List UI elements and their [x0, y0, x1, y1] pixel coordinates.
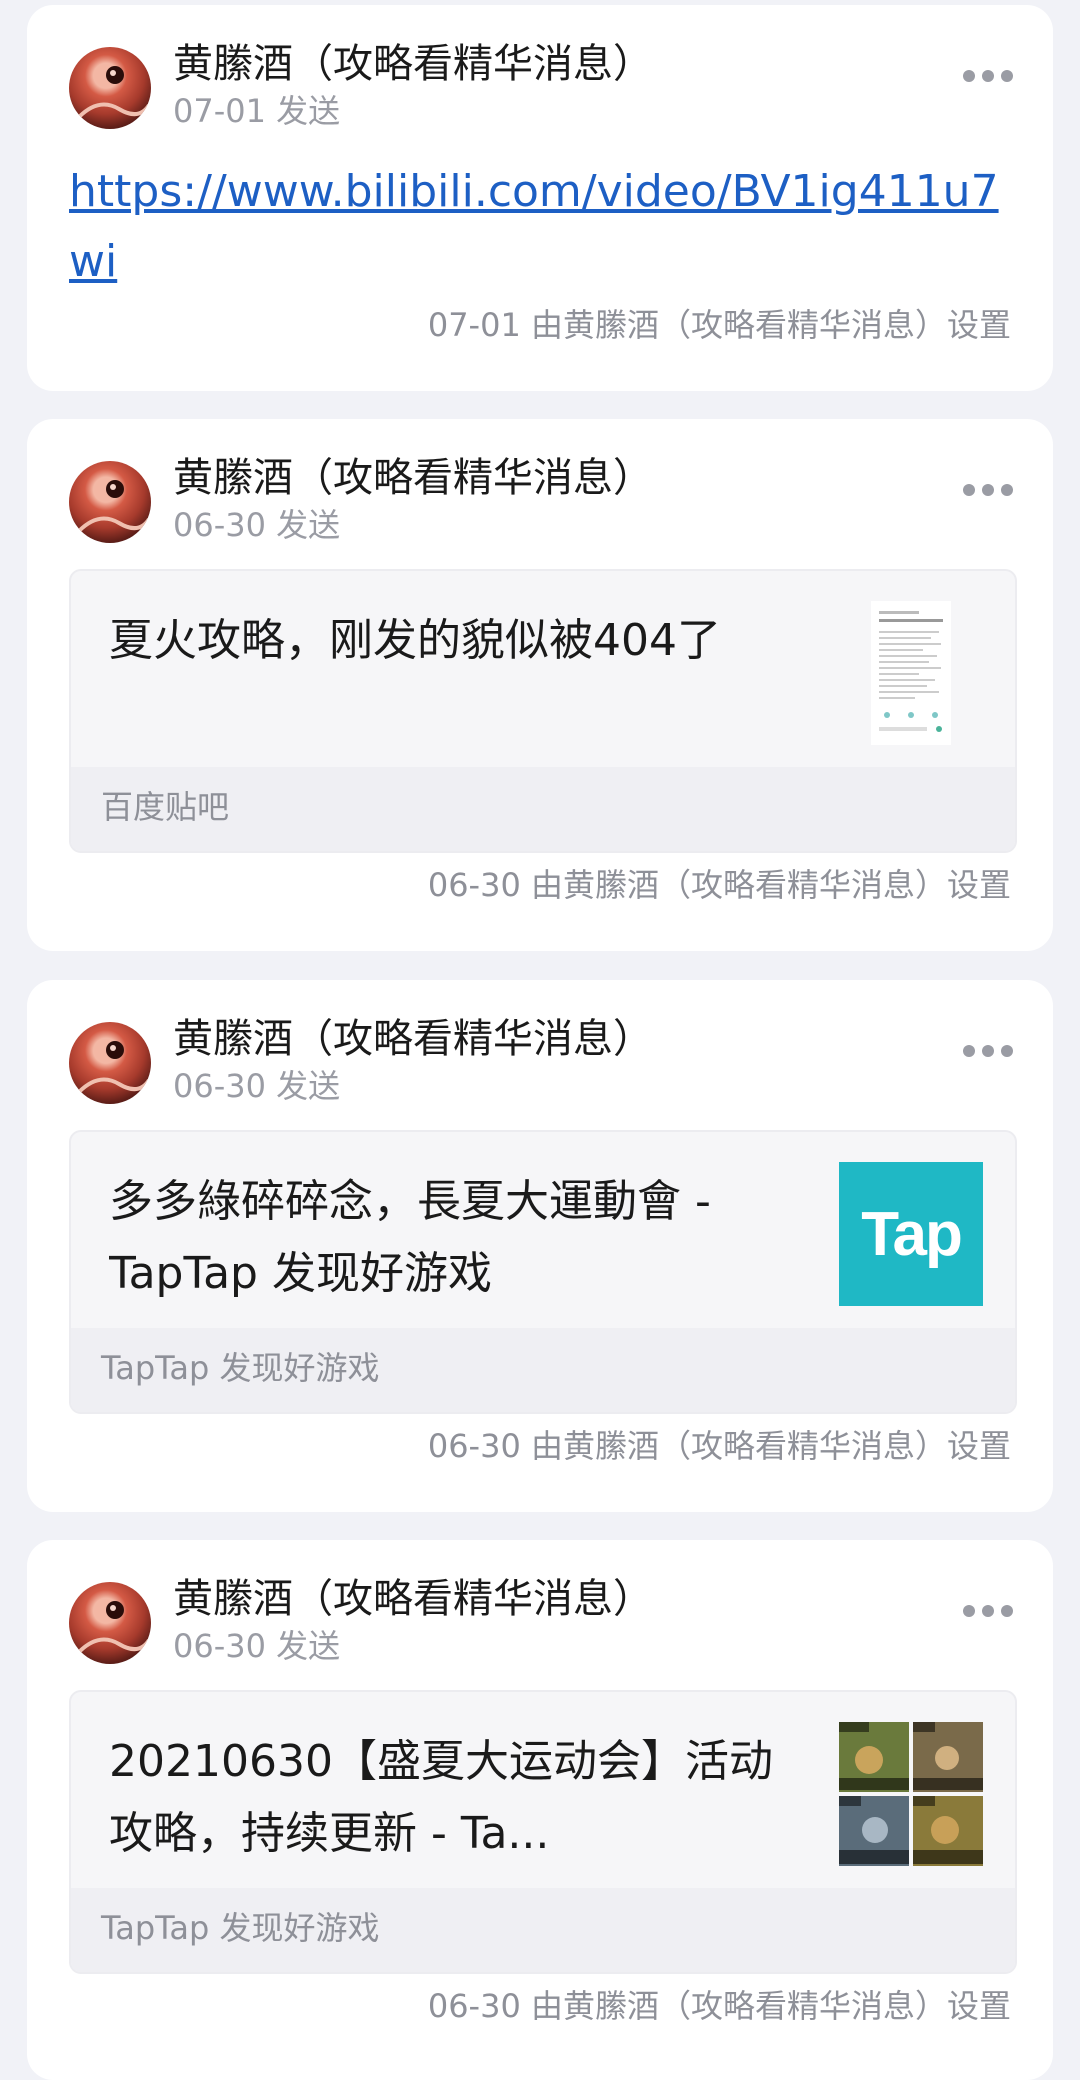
message-card: 黄縢酒（攻略看精华消息） 06-30 发送 多多綠碎碎念，長夏大運動會 - Ta… — [27, 980, 1053, 1512]
share-source-bar: TapTap 发现好游戏 — [71, 1328, 1015, 1412]
essence-message-feed: 黄縢酒（攻略看精华消息） 07-01 发送 https://www.bilibi… — [0, 0, 1080, 2080]
sender-name: 黄縢酒（攻略看精华消息） — [173, 455, 653, 501]
avatar[interactable] — [69, 47, 151, 129]
avatar[interactable] — [69, 1022, 151, 1104]
shared-link-card[interactable]: 夏火攻略，刚发的貌似被404了 百度贴吧 — [69, 569, 1017, 853]
taptap-logo-text: Tap — [839, 1162, 983, 1306]
sender-name: 黄縢酒（攻略看精华消息） — [173, 1576, 653, 1622]
share-title: 多多綠碎碎念，長夏大運動會 - TapTap 发现好游戏 — [109, 1176, 711, 1299]
game-collage-thumbnail-icon — [839, 1722, 983, 1866]
share-source: 百度贴吧 — [101, 788, 230, 826]
message-header: 黄縢酒（攻略看精华消息） 06-30 发送 — [69, 1576, 1023, 1668]
sender-name: 黄縢酒（攻略看精华消息） — [173, 41, 653, 87]
avatar[interactable] — [69, 1582, 151, 1664]
sent-date: 06-30 发送 — [173, 1627, 341, 1665]
shared-link-card[interactable]: 20210630【盛夏大运动会】活动攻略，持续更新 - Ta... TapTap… — [69, 1690, 1017, 1974]
set-by-footer: 06-30 由黄縢酒（攻略看精华消息）设置 — [427, 1427, 1011, 1465]
share-title: 20210630【盛夏大运动会】活动攻略，持续更新 - Ta... — [109, 1736, 773, 1859]
document-screenshot-thumbnail-icon — [839, 601, 983, 745]
avatar[interactable] — [69, 461, 151, 543]
share-source: TapTap 发现好游戏 — [101, 1909, 380, 1947]
more-options-icon[interactable] — [963, 1040, 1013, 1062]
shared-link-card[interactable]: 多多綠碎碎念，長夏大運動會 - TapTap 发现好游戏 Tap TapTap … — [69, 1130, 1017, 1414]
message-card: 黄縢酒（攻略看精华消息） 06-30 发送 夏火攻略，刚发的貌似被404了 百度… — [27, 419, 1053, 951]
more-options-icon[interactable] — [963, 479, 1013, 501]
message-header: 黄縢酒（攻略看精华消息） 06-30 发送 — [69, 455, 1023, 547]
sent-date: 06-30 发送 — [173, 1067, 341, 1105]
taptap-logo-icon: Tap — [839, 1162, 983, 1306]
more-options-icon[interactable] — [963, 65, 1013, 87]
sent-date: 07-01 发送 — [173, 92, 341, 130]
message-header: 黄縢酒（攻略看精华消息） 07-01 发送 — [69, 41, 1023, 133]
sent-date: 06-30 发送 — [173, 506, 341, 544]
set-by-footer: 07-01 由黄縢酒（攻略看精华消息）设置 — [427, 306, 1011, 344]
set-by-footer: 06-30 由黄縢酒（攻略看精华消息）设置 — [427, 1987, 1011, 2025]
share-title: 夏火攻略，刚发的貌似被404了 — [109, 615, 721, 666]
set-by-footer: 06-30 由黄縢酒（攻略看精华消息）设置 — [427, 866, 1011, 904]
sender-name: 黄縢酒（攻略看精华消息） — [173, 1016, 653, 1062]
message-card: 黄縢酒（攻略看精华消息） 07-01 发送 https://www.bilibi… — [27, 5, 1053, 391]
share-source: TapTap 发现好游戏 — [101, 1349, 380, 1387]
message-header: 黄縢酒（攻略看精华消息） 06-30 发送 — [69, 1016, 1023, 1108]
message-card: 黄縢酒（攻略看精华消息） 06-30 发送 20210630【盛夏大运动会】活动… — [27, 1540, 1053, 2080]
share-source-bar: 百度贴吧 — [71, 767, 1015, 851]
message-link[interactable]: https://www.bilibili.com/video/BV1ig411u… — [69, 157, 1019, 297]
share-source-bar: TapTap 发现好游戏 — [71, 1888, 1015, 1972]
more-options-icon[interactable] — [963, 1600, 1013, 1622]
